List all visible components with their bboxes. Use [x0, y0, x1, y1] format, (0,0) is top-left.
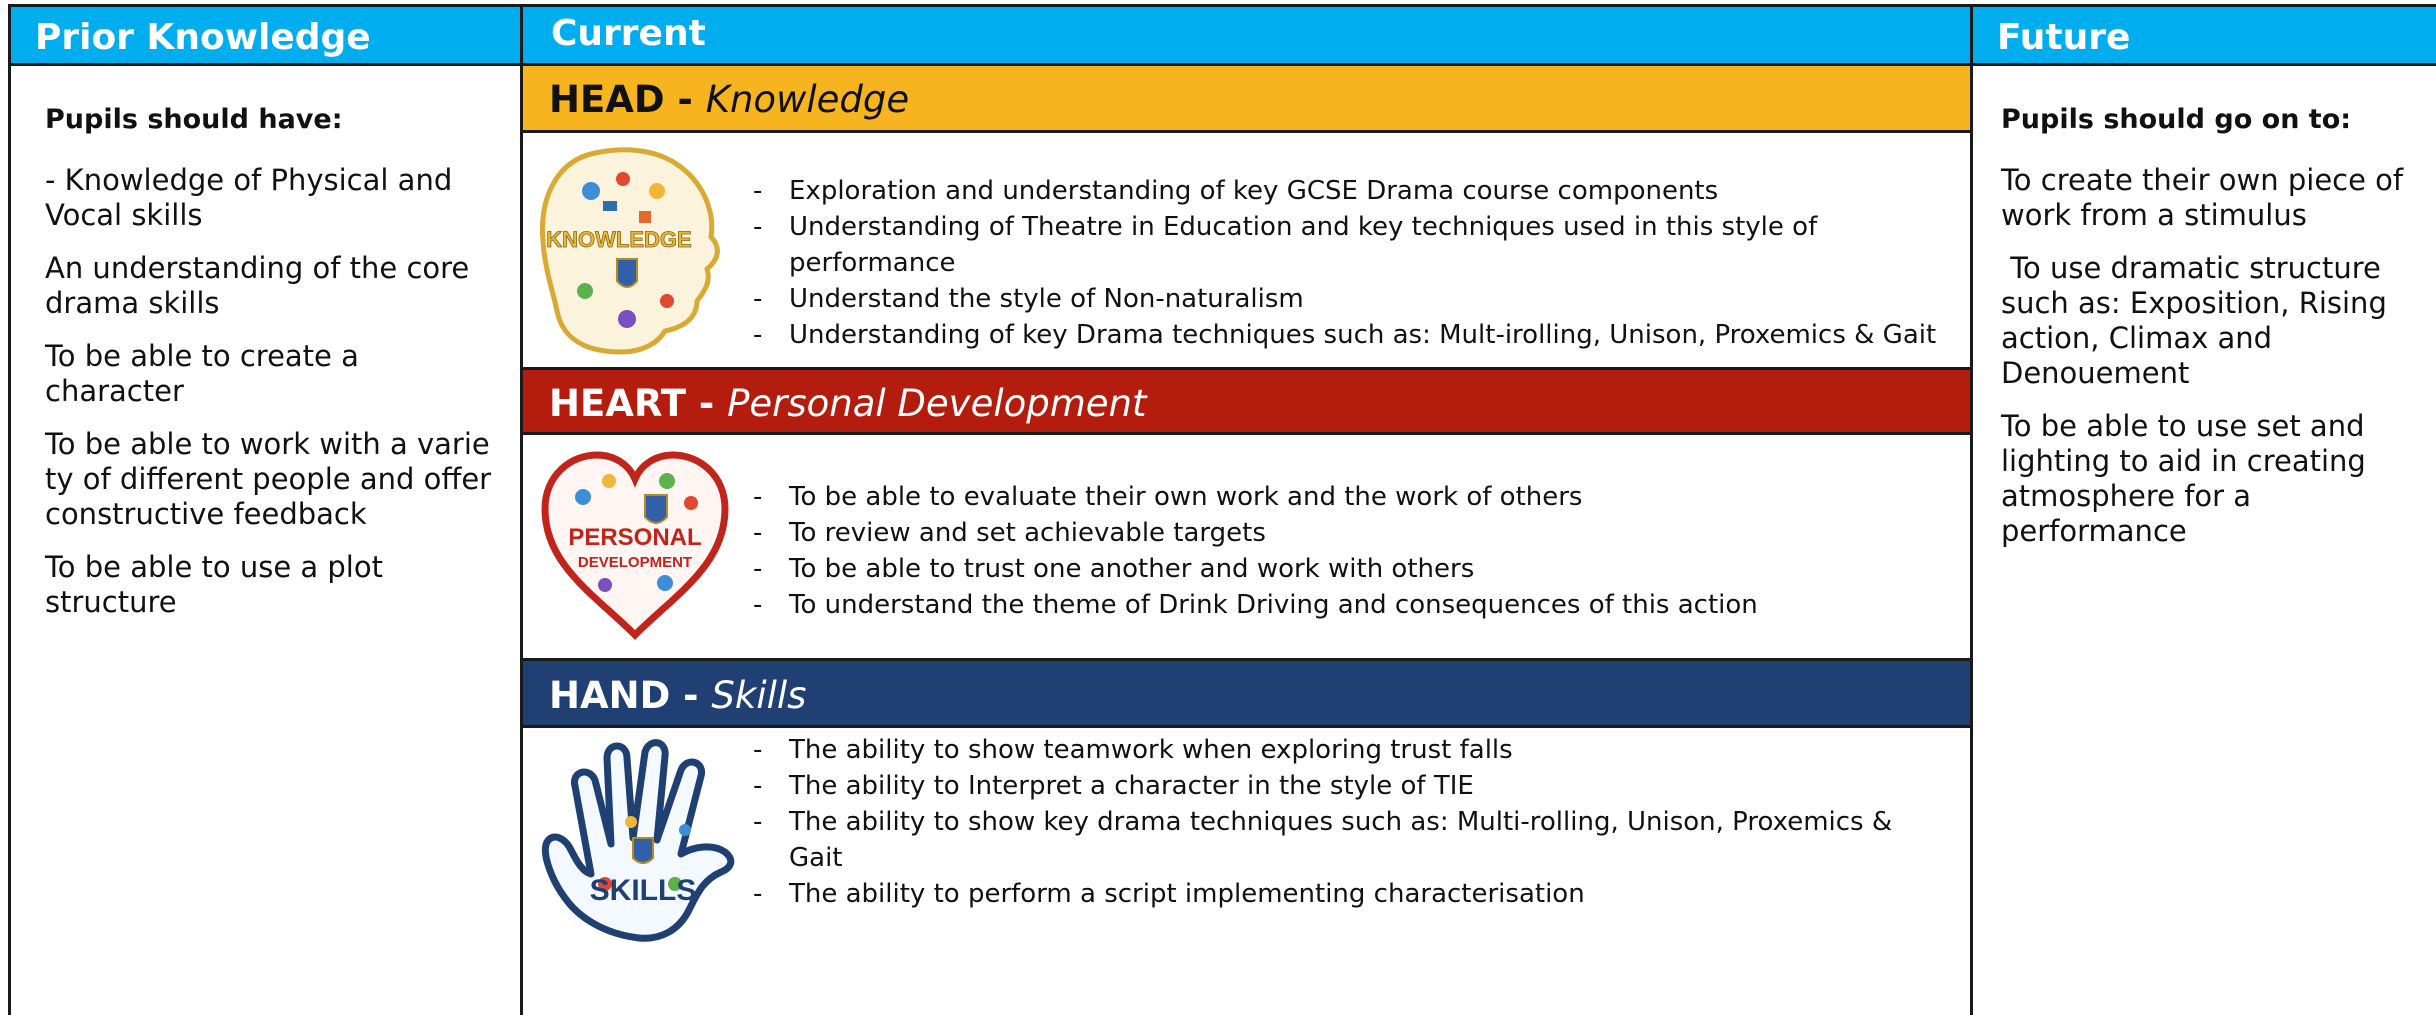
prior-item: To be able to use a plot structure — [45, 550, 383, 619]
heart-point: To review and set achievable targets — [753, 515, 1950, 551]
future-item: To use dramatic structure such as: Expos… — [2001, 251, 2397, 390]
prior-item: To be able to create a character — [45, 339, 359, 408]
head-point: Understanding of key Drama techniques su… — [753, 317, 1950, 353]
knowledge-head-icon: KNOWLEDGE — [539, 147, 720, 355]
hand-points: The ability to show teamwork when explor… — [753, 732, 1950, 912]
heart-point: To be able to evaluate their own work an… — [753, 479, 1950, 515]
skills-icon-text: SKILLS — [590, 874, 697, 907]
head-section-bar: HEAD - Knowledge — [523, 66, 1970, 133]
hand-sublabel: Skills — [711, 674, 807, 717]
future-column: Future Pupils should go on to: To create… — [1973, 4, 2436, 1015]
future-header: Future — [1973, 4, 2436, 66]
head-point: Understand the style of Non-naturalism — [753, 281, 1950, 317]
future-item: To be able to use set and lighting to ai… — [2001, 409, 2366, 548]
prior-lead: Pupils should have: — [45, 104, 343, 135]
skills-hand-icon: SKILLS — [542, 739, 735, 942]
heart-section-bar: HEART - Personal Development — [523, 367, 1970, 435]
heart-icon-text-2: DEVELOPMENT — [578, 554, 692, 571]
hand-point: The ability to Interpret a character in … — [753, 768, 1950, 804]
prior-item: To be able to work with a variety of dif… — [45, 427, 492, 531]
current-column: Current HEAD - Knowledge KNOWLEDGE Explo… — [523, 4, 1973, 1015]
heart-point: To understand the theme of Drink Driving… — [753, 587, 1950, 623]
head-points: Exploration and understanding of key GCS… — [753, 173, 1950, 353]
hand-point: The ability to perform a script implemen… — [753, 876, 1950, 912]
heart-points: To be able to evaluate their own work an… — [753, 479, 1950, 623]
future-item: To create their own piece of work from a… — [2001, 163, 2404, 232]
prior-item: - Knowledge of Physical and Vocal skills — [45, 163, 453, 232]
future-lead: Pupils should go on to: — [2001, 104, 2352, 135]
heart-section-body: PERSONAL DEVELOPMENT To be able to evalu… — [523, 435, 1970, 658]
head-sublabel: Knowledge — [705, 78, 910, 121]
current-header: Current — [523, 4, 1970, 66]
hand-section-bar: HAND - Skills — [523, 658, 1970, 728]
prior-knowledge-body: Pupils should have: - Knowledge of Physi… — [11, 66, 520, 620]
head-point: Exploration and understanding of key GCS… — [753, 173, 1950, 209]
hand-section-body: SKILLS The ability to show teamwork when… — [523, 728, 1970, 1015]
heart-icon-text-1: PERSONAL — [568, 524, 701, 551]
curriculum-map: Prior Knowledge Pupils should have: - Kn… — [8, 4, 2436, 1015]
head-section-body: KNOWLEDGE Exploration and understanding … — [523, 133, 1970, 367]
prior-knowledge-column: Prior Knowledge Pupils should have: - Kn… — [8, 4, 523, 1015]
future-body: Pupils should go on to: To create their … — [1973, 66, 2436, 549]
personal-development-heart-icon: PERSONAL DEVELOPMENT — [541, 451, 729, 640]
head-point: Understanding of Theatre in Education an… — [753, 209, 1950, 281]
hand-point: The ability to show key drama techniques… — [753, 804, 1950, 876]
heart-point: To be able to trust one another and work… — [753, 551, 1950, 587]
head-label: HEAD - — [549, 78, 706, 121]
prior-item: An understanding of the core drama skill… — [45, 251, 470, 320]
prior-knowledge-header: Prior Knowledge — [11, 4, 520, 66]
knowledge-icon-text: KNOWLEDGE — [546, 227, 691, 252]
hand-label: HAND - — [549, 674, 712, 717]
heart-sublabel: Personal Development — [727, 382, 1147, 425]
heart-label: HEART - — [549, 382, 728, 425]
hand-point: The ability to show teamwork when explor… — [753, 732, 1950, 768]
